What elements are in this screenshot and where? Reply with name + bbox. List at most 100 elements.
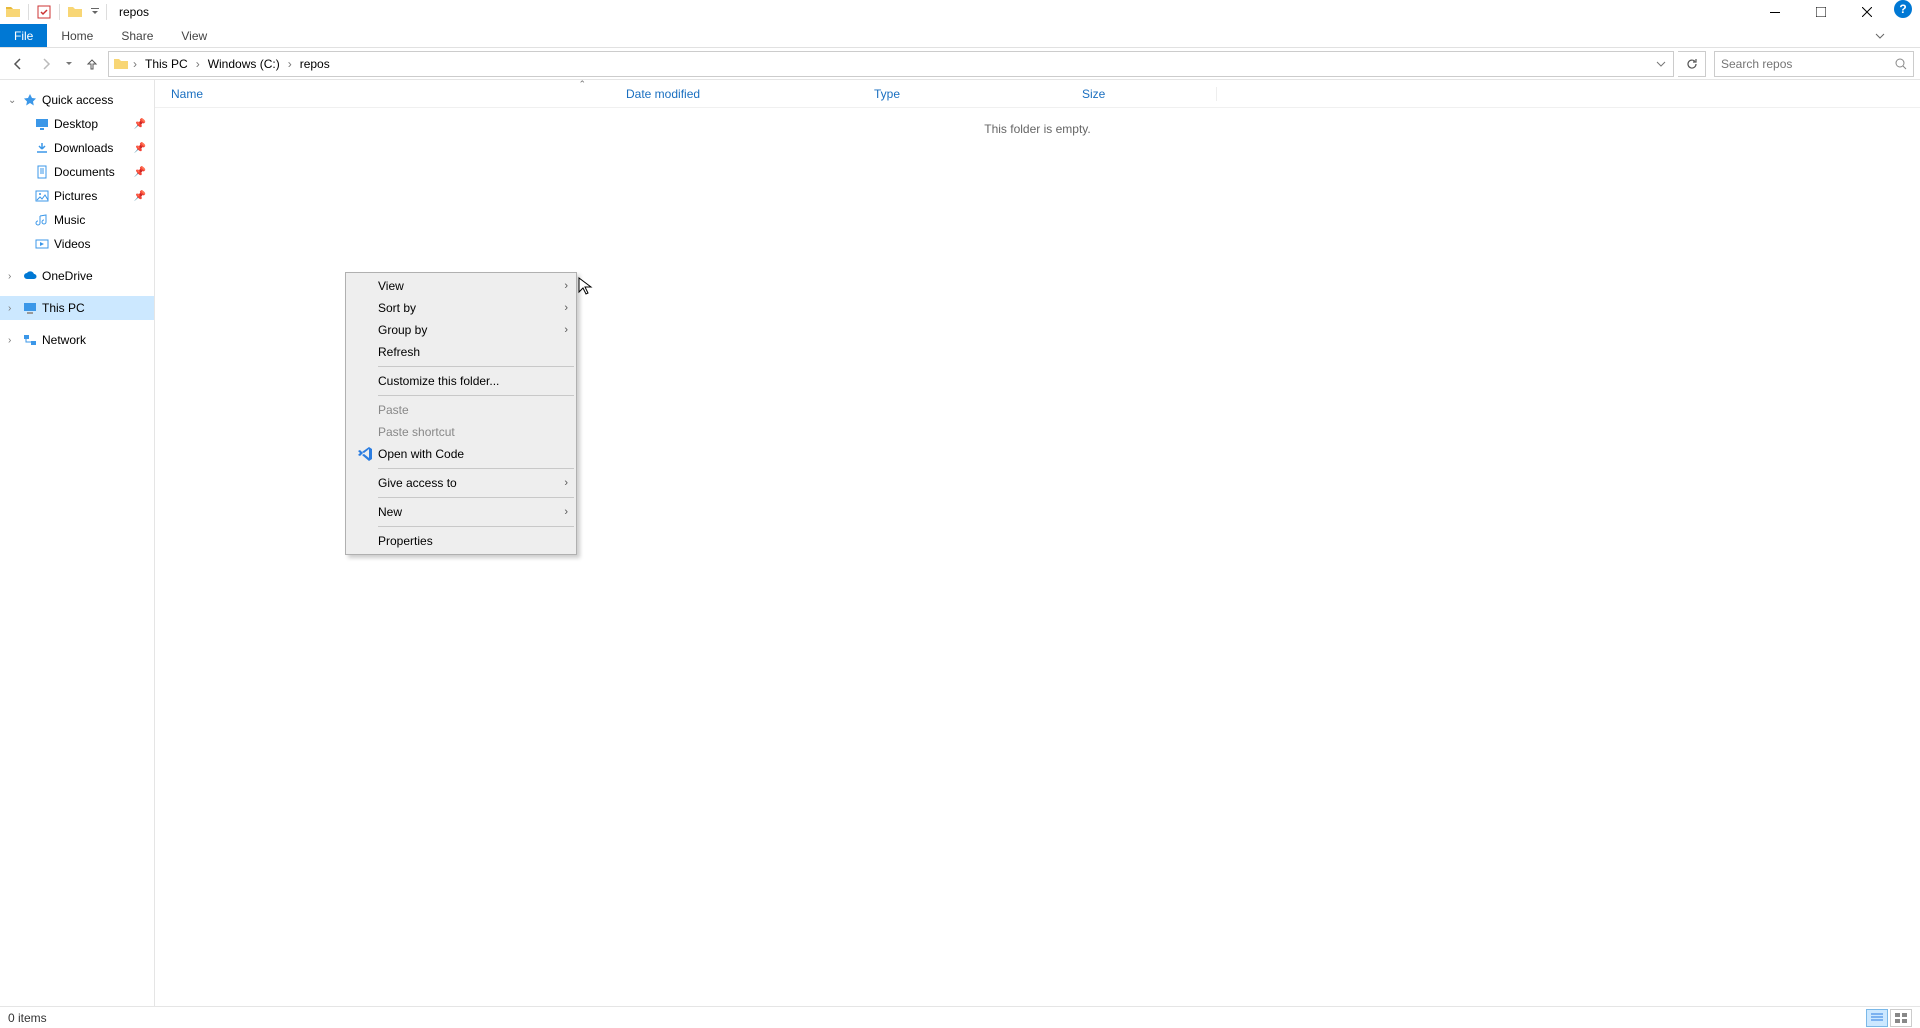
menu-divider bbox=[378, 366, 574, 367]
menu-divider bbox=[378, 526, 574, 527]
menu-group-by[interactable]: Group by› bbox=[346, 319, 576, 341]
sidebar-item-music[interactable]: Music bbox=[0, 208, 154, 232]
downloads-icon bbox=[34, 140, 50, 156]
sidebar-onedrive[interactable]: › OneDrive bbox=[0, 264, 154, 288]
documents-icon bbox=[34, 164, 50, 180]
empty-folder-text: This folder is empty. bbox=[155, 108, 1920, 136]
tab-view[interactable]: View bbox=[167, 24, 221, 47]
up-button[interactable] bbox=[80, 52, 104, 76]
search-icon bbox=[1895, 58, 1907, 70]
chevron-right-icon[interactable]: › bbox=[8, 303, 18, 314]
menu-new[interactable]: New› bbox=[346, 501, 576, 523]
search-input[interactable] bbox=[1721, 57, 1895, 71]
sidebar-quick-access[interactable]: ⌄ Quick access bbox=[0, 88, 154, 112]
details-view-button[interactable] bbox=[1866, 1009, 1888, 1027]
sidebar-item-pictures[interactable]: Pictures 📌 bbox=[0, 184, 154, 208]
breadcrumb-folder[interactable]: repos bbox=[294, 52, 336, 76]
tab-home[interactable]: Home bbox=[47, 24, 107, 47]
menu-label: Paste shortcut bbox=[376, 425, 568, 439]
sidebar-item-downloads[interactable]: Downloads 📌 bbox=[0, 136, 154, 160]
pin-icon: 📌 bbox=[134, 191, 146, 202]
column-date-modified[interactable]: Date modified bbox=[626, 87, 874, 101]
menu-label: Properties bbox=[376, 534, 568, 548]
menu-paste: Paste bbox=[346, 399, 576, 421]
column-name[interactable]: Name ⌃ bbox=[171, 87, 626, 101]
content-pane[interactable]: Name ⌃ Date modified Type Size This fold… bbox=[155, 80, 1920, 1006]
back-button[interactable] bbox=[6, 52, 30, 76]
chevron-right-icon[interactable]: › bbox=[194, 57, 202, 71]
menu-divider bbox=[378, 468, 574, 469]
window-controls: ? bbox=[1752, 0, 1920, 24]
titlebar: repos ? bbox=[0, 0, 1920, 24]
sidebar-item-desktop[interactable]: Desktop 📌 bbox=[0, 112, 154, 136]
menu-sort-by[interactable]: Sort by› bbox=[346, 297, 576, 319]
menu-properties[interactable]: Properties bbox=[346, 530, 576, 552]
chevron-right-icon[interactable]: › bbox=[131, 57, 139, 71]
refresh-button[interactable] bbox=[1678, 51, 1706, 77]
chevron-right-icon[interactable]: › bbox=[8, 271, 18, 282]
maximize-button[interactable] bbox=[1798, 0, 1844, 24]
submenu-arrow-icon: › bbox=[564, 506, 568, 518]
folder-icon bbox=[2, 1, 24, 23]
search-box[interactable] bbox=[1714, 51, 1914, 77]
sidebar-network[interactable]: › Network bbox=[0, 328, 154, 352]
submenu-arrow-icon: › bbox=[564, 302, 568, 314]
sidebar-item-documents[interactable]: Documents 📌 bbox=[0, 160, 154, 184]
menu-label: Customize this folder... bbox=[376, 374, 568, 388]
chevron-right-icon[interactable]: › bbox=[286, 57, 294, 71]
ribbon-expand-icon[interactable] bbox=[1868, 24, 1892, 48]
menu-refresh[interactable]: Refresh bbox=[346, 341, 576, 363]
pin-icon: 📌 bbox=[134, 119, 146, 130]
menu-label: New bbox=[376, 505, 564, 519]
column-headers: Name ⌃ Date modified Type Size bbox=[155, 80, 1920, 108]
chevron-down-icon[interactable]: ⌄ bbox=[8, 95, 18, 106]
minimize-button[interactable] bbox=[1752, 0, 1798, 24]
tab-file[interactable]: File bbox=[0, 24, 47, 47]
navbar: › This PC › Windows (C:) › repos bbox=[0, 48, 1920, 80]
close-button[interactable] bbox=[1844, 0, 1890, 24]
forward-button[interactable] bbox=[34, 52, 58, 76]
sidebar-this-pc[interactable]: › This PC bbox=[0, 296, 154, 320]
column-type[interactable]: Type bbox=[874, 87, 1082, 101]
recent-dropdown-icon[interactable] bbox=[62, 52, 76, 76]
menu-divider bbox=[378, 497, 574, 498]
properties-qat-icon[interactable] bbox=[33, 1, 55, 23]
sidebar-item-label: Pictures bbox=[54, 189, 97, 203]
tab-share[interactable]: Share bbox=[107, 24, 167, 47]
desktop-icon bbox=[34, 116, 50, 132]
quick-access-toolbar bbox=[0, 1, 111, 23]
menu-open-with-code[interactable]: Open with Code bbox=[346, 443, 576, 465]
sidebar-item-videos[interactable]: Videos bbox=[0, 232, 154, 256]
address-bar[interactable]: › This PC › Windows (C:) › repos bbox=[108, 51, 1674, 77]
cloud-icon bbox=[22, 268, 38, 284]
menu-customize-folder[interactable]: Customize this folder... bbox=[346, 370, 576, 392]
sidebar-item-label: Desktop bbox=[54, 117, 98, 131]
address-history-dropdown[interactable] bbox=[1649, 52, 1673, 76]
icons-view-button[interactable] bbox=[1890, 1009, 1912, 1027]
sidebar-label: This PC bbox=[42, 301, 85, 315]
menu-label: Group by bbox=[376, 323, 564, 337]
star-icon bbox=[22, 92, 38, 108]
menu-view[interactable]: View› bbox=[346, 275, 576, 297]
help-icon[interactable]: ? bbox=[1894, 0, 1912, 18]
qat-dropdown-icon[interactable] bbox=[88, 1, 102, 23]
chevron-right-icon[interactable]: › bbox=[8, 335, 18, 346]
sidebar-label: OneDrive bbox=[42, 269, 93, 283]
vscode-icon bbox=[354, 446, 376, 462]
menu-divider bbox=[378, 395, 574, 396]
new-folder-qat-icon[interactable] bbox=[64, 1, 86, 23]
separator bbox=[106, 4, 107, 20]
column-label: Name bbox=[171, 87, 203, 101]
menu-give-access-to[interactable]: Give access to› bbox=[346, 472, 576, 494]
music-icon bbox=[34, 212, 50, 228]
pc-icon bbox=[22, 300, 38, 316]
column-size[interactable]: Size bbox=[1082, 87, 1217, 101]
menu-label: Open with Code bbox=[376, 447, 568, 461]
sidebar-item-label: Music bbox=[54, 213, 85, 227]
sidebar-item-label: Documents bbox=[54, 165, 115, 179]
breadcrumb-drive[interactable]: Windows (C:) bbox=[202, 52, 286, 76]
menu-label: Refresh bbox=[376, 345, 568, 359]
breadcrumb-this-pc[interactable]: This PC bbox=[139, 52, 194, 76]
sidebar-label: Network bbox=[42, 333, 86, 347]
pin-icon: 📌 bbox=[134, 143, 146, 154]
